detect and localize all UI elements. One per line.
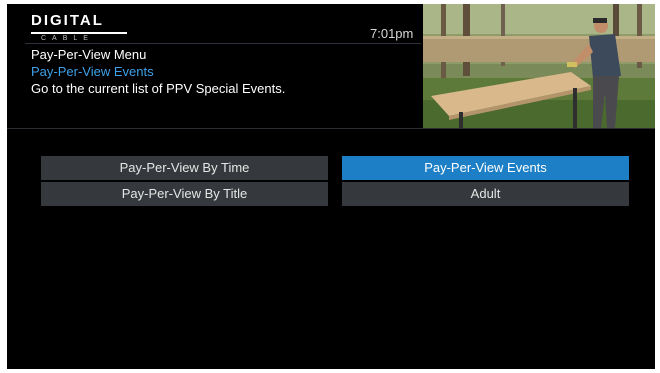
header: DIGITAL CABLE 7:01pm Pay-Per-View Menu P… <box>7 4 655 128</box>
ppv-by-title-button[interactable]: Pay-Per-View By Title <box>41 182 328 206</box>
preview-scene <box>423 4 655 128</box>
clock-time: 7:01pm <box>370 26 414 41</box>
adult-button[interactable]: Adult <box>342 182 629 206</box>
menu-description: Go to the current list of PPV Special Ev… <box>31 81 286 96</box>
digital-cable-logo-icon: DIGITAL CABLE <box>31 12 141 42</box>
menu-selected-item: Pay-Per-View Events <box>31 64 154 79</box>
ppv-events-button[interactable]: Pay-Per-View Events <box>342 156 629 180</box>
logo-subtext: CABLE <box>41 35 94 42</box>
header-divider <box>7 128 655 129</box>
logo-text: DIGITAL <box>31 12 104 29</box>
ppv-by-time-button[interactable]: Pay-Per-View By Time <box>41 156 328 180</box>
live-tv-preview <box>423 4 655 128</box>
menu-title: Pay-Per-View Menu <box>31 47 147 62</box>
tv-screen: DIGITAL CABLE 7:01pm Pay-Per-View Menu P… <box>7 4 655 369</box>
header-separator <box>25 43 421 44</box>
